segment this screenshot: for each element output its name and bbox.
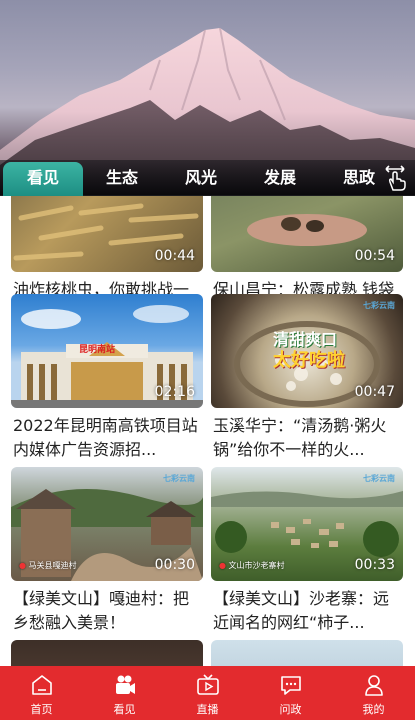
tab-shengtai[interactable]: 生态 — [83, 160, 161, 196]
video-duration: 00:47 — [354, 384, 395, 400]
video-card[interactable]: 七彩云南 ● 马关县嘎迪村 00:30 【绿美文山】嘎迪村：把乡愁融入美景！ — [11, 467, 203, 635]
video-feed: 00:44 油炸核桃虫，你敢挑战一下吗？ 00:54 保山昌宁：松露成熟 钱袋鼓… — [0, 196, 415, 666]
user-icon — [364, 675, 383, 696]
category-tabbar: 看见 生态 风光 发展 思政 — [0, 160, 415, 196]
video-thumbnail[interactable]: 00:54 — [211, 196, 403, 272]
watermark: 七彩云南 — [163, 474, 195, 483]
video-card[interactable]: 七彩云南 ● 文山市沙老寨村 00:33 【绿美文山】沙老寨：远近闻名的网红“柿… — [211, 467, 403, 635]
nav-label: 问政 — [279, 703, 302, 716]
home-icon — [31, 675, 52, 695]
expand-hand-icon[interactable] — [383, 164, 409, 192]
video-title[interactable]: 玉溪华宁：“清汤鹅·粥火锅”给你不一样的火... — [211, 414, 403, 462]
video-thumbnail[interactable]: 清甜爽口 太好吃啦 七彩云南 00:47 — [211, 294, 403, 408]
video-card[interactable] — [211, 640, 403, 666]
location-pin-icon: ● — [19, 561, 26, 570]
video-duration: 00:44 — [154, 248, 195, 264]
location-tag: ● 文山市沙老寨村 — [219, 560, 285, 571]
video-card[interactable]: 昆明南站 02:16 2022年昆明南高铁项目站内媒体广告资源招... — [11, 294, 203, 462]
video-duration: 00:33 — [354, 557, 395, 573]
video-duration: 02:16 — [154, 384, 195, 400]
video-thumbnail[interactable] — [211, 640, 403, 666]
location-label: 文山市沙老寨村 — [228, 561, 285, 570]
nav-label: 首页 — [30, 703, 53, 716]
nav-home[interactable]: 首页 — [0, 666, 83, 720]
video-thumbnail[interactable]: 00:44 — [11, 196, 203, 272]
location-pin-icon: ● — [219, 561, 226, 570]
chat-question-icon — [280, 676, 301, 695]
location-tag: ● 马关县嘎迪村 — [19, 560, 77, 571]
video-card[interactable] — [11, 640, 203, 666]
nav-label: 直播 — [196, 703, 219, 716]
nav-wenzheng[interactable]: 问政 — [249, 666, 332, 720]
video-thumbnail[interactable]: 七彩云南 ● 文山市沙老寨村 00:33 — [211, 467, 403, 581]
video-title[interactable]: 【绿美文山】沙老寨：远近闻名的网红“柿子... — [211, 587, 403, 635]
tv-live-icon — [196, 674, 219, 695]
video-card[interactable]: 清甜爽口 太好吃啦 七彩云南 00:47 玉溪华宁：“清汤鹅·粥火锅”给你不一样… — [211, 294, 403, 462]
watermark: 七彩云南 — [363, 301, 395, 310]
video-thumbnail[interactable] — [11, 640, 203, 666]
video-camera-icon — [115, 675, 135, 694]
bottom-navigation: 首页 看见 直播 问政 我的 — [0, 666, 415, 720]
nav-live[interactable]: 直播 — [166, 666, 249, 720]
nav-mine[interactable]: 我的 — [332, 666, 415, 720]
video-duration: 00:54 — [354, 248, 395, 264]
tab-fengguang[interactable]: 风光 — [162, 160, 240, 196]
tab-fazhan[interactable]: 发展 — [241, 160, 319, 196]
video-title[interactable]: 2022年昆明南高铁项目站内媒体广告资源招... — [11, 414, 203, 462]
watermark: 七彩云南 — [363, 474, 395, 483]
nav-kanjian[interactable]: 看见 — [83, 666, 166, 720]
station-sign: 昆明南站 — [79, 345, 116, 355]
nav-label: 我的 — [362, 703, 385, 716]
video-thumbnail[interactable]: 七彩云南 ● 马关县嘎迪村 00:30 — [11, 467, 203, 581]
overlay-text-line2: 太好吃啦 — [273, 350, 345, 371]
video-duration: 00:30 — [154, 557, 195, 573]
nav-label: 看见 — [113, 703, 136, 716]
video-thumbnail[interactable]: 昆明南站 02:16 — [11, 294, 203, 408]
tab-kanjian[interactable]: 看见 — [3, 162, 83, 196]
location-label: 马关县嘎迪村 — [28, 561, 77, 570]
video-title[interactable]: 【绿美文山】嘎迪村：把乡愁融入美景！ — [11, 587, 203, 635]
